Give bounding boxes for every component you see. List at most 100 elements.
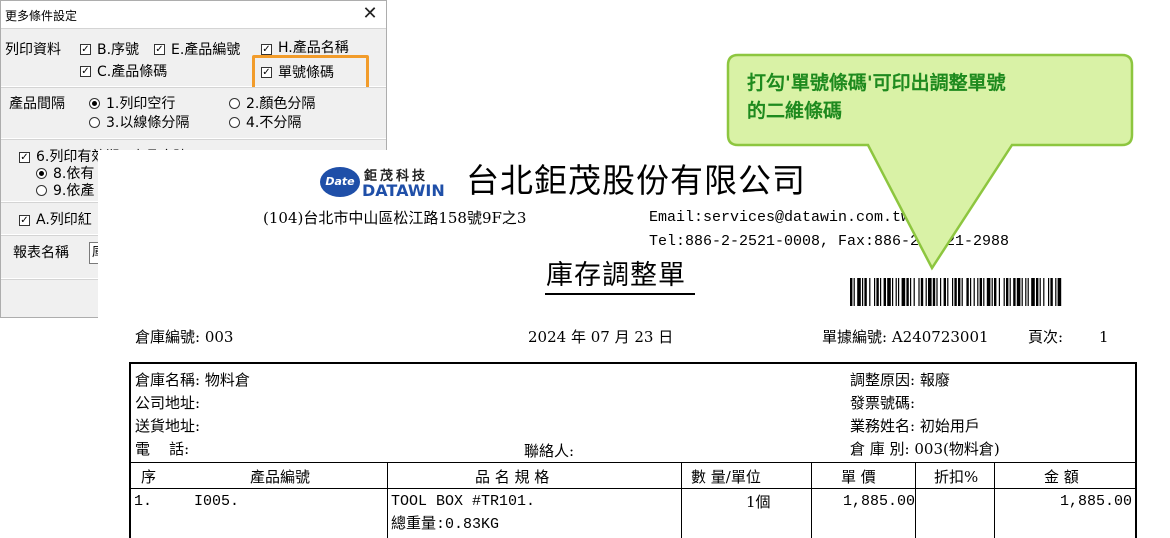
highlight-box [252,55,369,91]
print-data-label: 列印資料 [5,42,61,58]
checkbox-product-name[interactable]: ✓ [261,44,272,55]
barcode-bar [928,278,932,306]
company-tel-fax: Tel:886-2-2521-0008, Fax:886-2-2521-2988 [649,233,1010,250]
barcode-bar [920,278,924,306]
datawin-logo-icon: Date [320,167,360,197]
table-header-top-line [131,462,1137,463]
logo-english-text: DATAWIN [362,181,445,200]
col-header-price: 單 價 [841,468,876,486]
page-number: 1 [1099,328,1109,346]
barcode-bar [1016,278,1021,306]
radio-color-separation[interactable] [229,98,240,109]
barcode-bar [970,278,972,306]
close-icon[interactable]: ✕ [357,3,383,25]
barcode-bar [961,278,963,306]
barcode-bar [932,278,936,306]
table-header-bottom-line [131,488,1137,489]
barcode-bar [1031,278,1035,306]
option-product-barcode-label: C.產品條碼 [97,64,168,80]
barcode-bar [1013,278,1016,306]
info-contact: 聯絡人: [524,442,575,460]
barcode-bar [1003,278,1005,306]
barcode-bar [892,278,894,306]
barcode-bar [1027,278,1029,306]
radio-no-separation-label: 4.不分隔 [246,115,302,131]
company-address: (104)台北市中山區松江路158號9F之3 [263,209,527,227]
print-a-label: A.列印紅 [36,212,92,228]
spacing-section [1,87,386,138]
radio-line-separation[interactable] [89,117,100,128]
barcode-bar [1036,278,1039,306]
col-header-seq: 序 [141,468,157,486]
barcode-bar [1039,278,1041,306]
info-warehouse-type: 倉 庫 別: 003(物料倉) [850,440,1000,458]
radio-by-product-label: 9.依產 [53,183,95,199]
company-email: Email:services@datawin.com.tw [649,209,911,226]
radio-no-separation[interactable] [229,117,240,128]
checkbox-serial[interactable]: ✓ [80,44,91,55]
callout-line-1: 打勾'單號條碼'可印出調整單號 [747,72,1006,94]
cell-spec: TOOL BOX #TR101. [391,493,536,510]
barcode-bar [936,278,938,306]
barcode-bar [898,278,900,306]
barcode-bar [998,278,1000,306]
barcode-bar [1057,278,1062,306]
barcode-bar [1006,278,1009,306]
barcode-bar [901,278,906,306]
radio-by-product[interactable] [36,185,47,196]
inventory-adjustment-report: Date 鉅茂科技 DATAWIN 台北鉅茂股份有限公司 (104)台北市中山區… [98,150,1158,538]
barcode-bar [966,278,969,306]
checkbox-print-a[interactable]: ✓ [19,215,30,226]
radio-blank-line-label: 1.列印空行 [106,96,176,112]
barcode-bar [1048,278,1050,306]
radio-by-expiry-label: 8.依有 [53,166,95,182]
checkbox-product-barcode[interactable]: ✓ [80,66,91,77]
barcode-bar [977,278,979,306]
barcode-bar [862,278,864,306]
radio-line-separation-label: 3.以線條分隔 [106,115,190,131]
barcode-bar [991,278,993,306]
barcode-bar [857,278,861,306]
document-title: 庫存調整單 [546,260,686,291]
barcode-bar [943,278,946,306]
info-salesperson: 業務姓名: 初始用戶 [850,417,980,435]
checkbox-product-code[interactable]: ✓ [154,44,165,55]
barcode-bar [958,278,961,306]
radio-by-expiry[interactable] [36,168,47,179]
cell-spec-weight: 總重量:0.83KG [391,516,500,533]
cell-seq: 1. [134,493,153,510]
barcode-bar [952,278,954,306]
document-barcode [850,278,1062,306]
cell-product-code: I005. [194,493,240,510]
cell-price: 1,885.00 [843,493,916,510]
info-adjust-reason: 調整原因: 報廢 [850,371,950,389]
info-phone: 電 話: [135,440,190,458]
barcode-bar [979,278,982,306]
checkbox-expiry[interactable]: ✓ [19,152,30,163]
barcode-bar [925,278,927,306]
barcode-bar [913,278,915,306]
callout-line-2: 的二維條碼 [747,100,843,122]
barcode-bar [940,278,942,306]
barcode-bar [874,278,876,306]
option-product-code-label: E.產品編號 [171,42,241,58]
col-header-amount: 金 額 [1044,468,1079,486]
radio-color-separation-label: 2.顏色分隔 [246,96,316,112]
option-product-name-label: H.產品名稱 [278,40,349,56]
barcode-bar [910,278,912,306]
info-company-address: 公司地址: [135,394,201,412]
warehouse-number: 倉庫編號: 003 [135,328,234,346]
barcode-bar [986,278,991,306]
radio-blank-line[interactable] [89,98,100,109]
barcode-bar [1009,278,1011,306]
col-divider-amount [994,462,995,538]
document-title-underline [545,293,695,295]
col-divider-price [811,462,812,538]
cell-qty-unit: 1個 [746,493,771,511]
report-name-label: 報表名稱 [13,245,69,261]
barcode-bar [947,278,949,306]
barcode-bar [869,278,871,306]
barcode-bar [883,278,886,306]
dialog-titlebar: 更多條件設定 ✕ [1,1,386,28]
barcode-bar [1050,278,1053,306]
